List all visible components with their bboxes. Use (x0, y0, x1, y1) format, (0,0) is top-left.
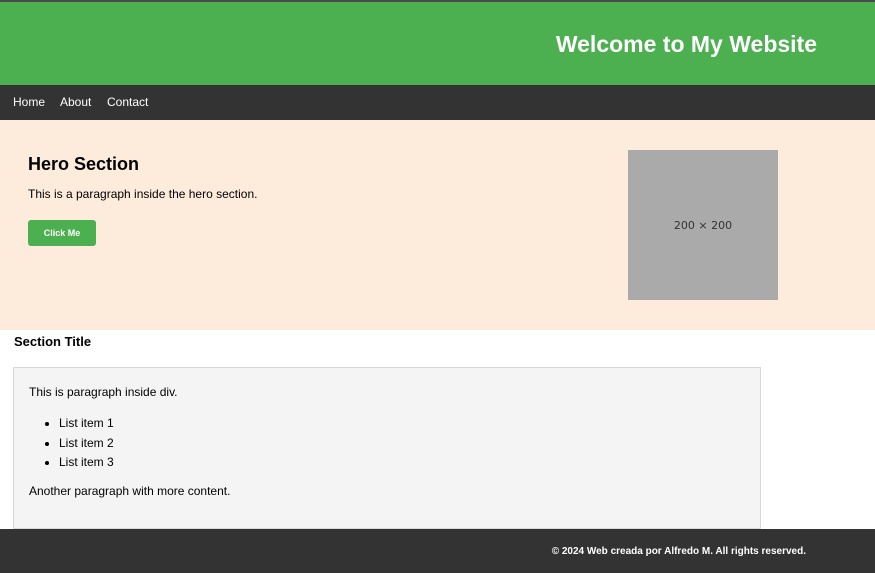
list-item: List item 1 (59, 414, 114, 434)
list-item: List item 2 (59, 434, 114, 454)
content-paragraph-1: This is paragraph inside div. (29, 385, 178, 399)
footer-copyright: © 2024 Web creada por Alfredo M. All rig… (551, 546, 806, 557)
site-footer: © 2024 Web creada por Alfredo M. All rig… (0, 529, 875, 573)
image-placeholder-label: 200 × 200 (673, 218, 733, 232)
hero-image-placeholder: 200 × 200 (628, 150, 778, 300)
nav-link-about[interactable]: About (60, 95, 91, 109)
site-header: Welcome to My Website (0, 2, 875, 85)
section-title: Section Title (14, 334, 92, 349)
content-box: This is paragraph inside div. List item … (13, 367, 761, 529)
hero-section: Hero Section This is a paragraph inside … (0, 120, 875, 330)
nav-link-contact[interactable]: Contact (107, 95, 148, 109)
click-me-button[interactable]: Click Me (28, 220, 96, 246)
content-list: List item 1 List item 2 List item 3 (14, 414, 114, 473)
site-title: Welcome to My Website (555, 31, 817, 57)
list-item: List item 3 (59, 453, 114, 473)
hero-paragraph: This is a paragraph inside the hero sect… (28, 187, 258, 201)
content-paragraph-2: Another paragraph with more content. (29, 484, 231, 498)
main-nav: Home About Contact (0, 85, 875, 120)
nav-link-home[interactable]: Home (13, 95, 45, 109)
hero-title: Hero Section (28, 154, 140, 174)
